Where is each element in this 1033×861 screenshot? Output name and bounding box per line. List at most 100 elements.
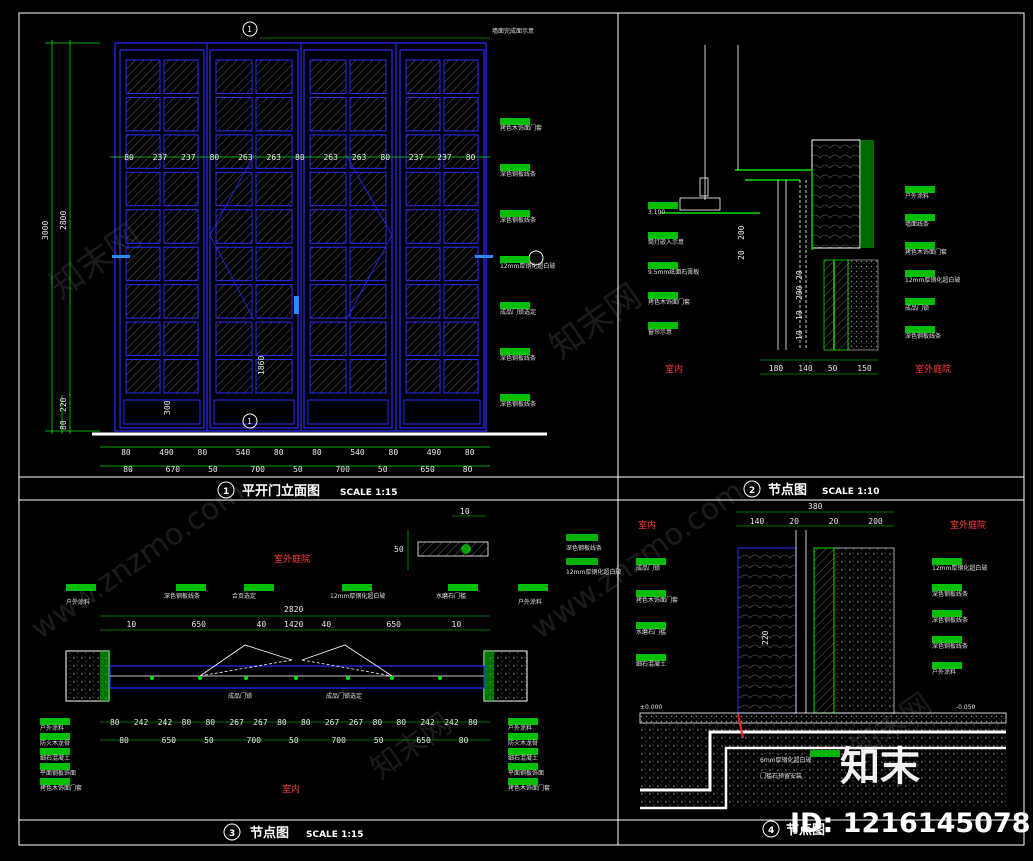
dim-text: 50 <box>374 736 384 745</box>
glass-pane <box>443 359 479 394</box>
annotation: 墙面线条 <box>905 220 929 228</box>
glass-pane <box>163 171 199 207</box>
dim-text: 80 <box>205 718 215 727</box>
dim-text: 650 <box>162 736 177 745</box>
annotation: 户外涂料 <box>932 668 956 676</box>
svg-text:2: 2 <box>749 486 755 496</box>
dim-text: 237 <box>437 153 452 162</box>
annotation: 深色钢板线条 <box>932 642 968 650</box>
dim-text: 700 <box>251 465 266 474</box>
note-tag <box>905 298 935 305</box>
annotation: 防火木龙骨 <box>508 739 538 747</box>
dim-text: 50 <box>289 736 299 745</box>
kick-panel <box>307 399 389 425</box>
annotation: 水磨石门槛 <box>436 592 466 600</box>
glass-pane <box>405 134 441 169</box>
annotation: 成品门锁选定 <box>326 692 362 700</box>
note-tag <box>508 763 538 770</box>
dim-text: 242 <box>444 718 459 727</box>
glass-pane <box>163 246 199 282</box>
glass-pane <box>349 134 387 169</box>
note-tag <box>500 394 530 401</box>
section-marker-num: 1 <box>247 25 252 34</box>
svg-text:50: 50 <box>394 545 404 554</box>
room-indoor: 室内 <box>282 783 300 795</box>
dim-text: 50 <box>204 736 214 745</box>
glass-pane <box>443 96 479 132</box>
annotation: 成品门锁选定 <box>500 308 536 316</box>
glass-pane <box>443 59 479 94</box>
glass-pane <box>443 246 479 282</box>
dim-text: 700 <box>331 736 346 745</box>
dim-text: 263 <box>238 153 253 162</box>
handle-icon <box>475 255 493 258</box>
dim-text: 200 <box>795 285 804 300</box>
glass-pane <box>255 96 293 132</box>
note-tag <box>508 718 538 725</box>
dim-text: 80 <box>121 448 131 457</box>
glass-pane <box>309 96 347 132</box>
handle-icon <box>112 255 130 258</box>
glass-pane <box>349 96 387 132</box>
title-node-3: 3 节点图 SCALE 1:15 <box>223 823 363 841</box>
room-outdoor: 室外庭院 <box>950 519 986 531</box>
dim-text: 540 <box>236 448 251 457</box>
glass-pane <box>309 134 347 169</box>
note-tag <box>40 763 70 770</box>
glass-pane <box>215 321 253 357</box>
svg-text:12mm厚钢化超白玻: 12mm厚钢化超白玻 <box>566 568 621 576</box>
glass-pane <box>125 171 161 207</box>
dim-text: 700 <box>247 736 262 745</box>
note-tag <box>905 326 935 333</box>
annotation: 拷色木饰面门套 <box>648 298 690 306</box>
glass-pane <box>125 321 161 357</box>
annotation: 成品门锁 <box>636 564 660 572</box>
dim-text: 80 <box>465 448 475 457</box>
glass-pane <box>405 59 441 94</box>
svg-text:SCALE 1:15: SCALE 1:15 <box>306 830 363 840</box>
glass-pane <box>349 59 387 94</box>
annotation: 深色钢板线条 <box>905 332 941 340</box>
glass-pane <box>349 171 387 207</box>
room-outdoor: 室外庭院 <box>915 363 951 375</box>
glass-pane <box>443 171 479 207</box>
glass-pane <box>215 134 253 169</box>
dim-text: 80 <box>110 718 120 727</box>
note-tag <box>500 118 530 125</box>
glass-pane <box>349 321 387 357</box>
kick-panel <box>403 399 481 425</box>
note-tag <box>40 748 70 755</box>
annotation: 深色钢板线条 <box>932 616 968 624</box>
dim-text: 242 <box>420 718 435 727</box>
dim-text: 140 <box>798 364 813 373</box>
glass-panel-grid <box>123 59 481 425</box>
glass-pane <box>443 284 479 319</box>
image-id: ID: 1216145078 <box>790 808 1031 839</box>
dim-text: 540 <box>350 448 365 457</box>
inner-width-dim: 1420 <box>284 620 303 629</box>
note-tag <box>636 558 666 565</box>
note-tag <box>648 292 678 299</box>
dim-text: 80 <box>468 718 478 727</box>
note-tag <box>636 622 666 629</box>
annotation: 深色钢板线条 <box>500 216 536 224</box>
note-tag <box>932 636 962 643</box>
annotation: 深色钢板线条 <box>164 592 200 600</box>
dim-text: 80 <box>466 153 476 162</box>
lock-icon <box>294 296 299 314</box>
note-tag <box>40 778 70 785</box>
note-tag <box>500 348 530 355</box>
note-tag <box>905 214 935 221</box>
dim-text: 20 <box>829 517 839 526</box>
height-dim: 80 <box>59 420 68 430</box>
dim-text: 80 <box>119 736 129 745</box>
dim-text: 50 <box>208 465 218 474</box>
annotation: 12mm厚钢化超白玻 <box>932 564 987 572</box>
dim-text: 80 <box>124 153 134 162</box>
glass-pane <box>125 284 161 319</box>
glass-pane <box>405 246 441 282</box>
dim-text: 80 <box>312 448 322 457</box>
dim-text: 242 <box>134 718 149 727</box>
note-tag <box>905 186 935 193</box>
annotation: 深色钢板线条 <box>500 400 536 408</box>
